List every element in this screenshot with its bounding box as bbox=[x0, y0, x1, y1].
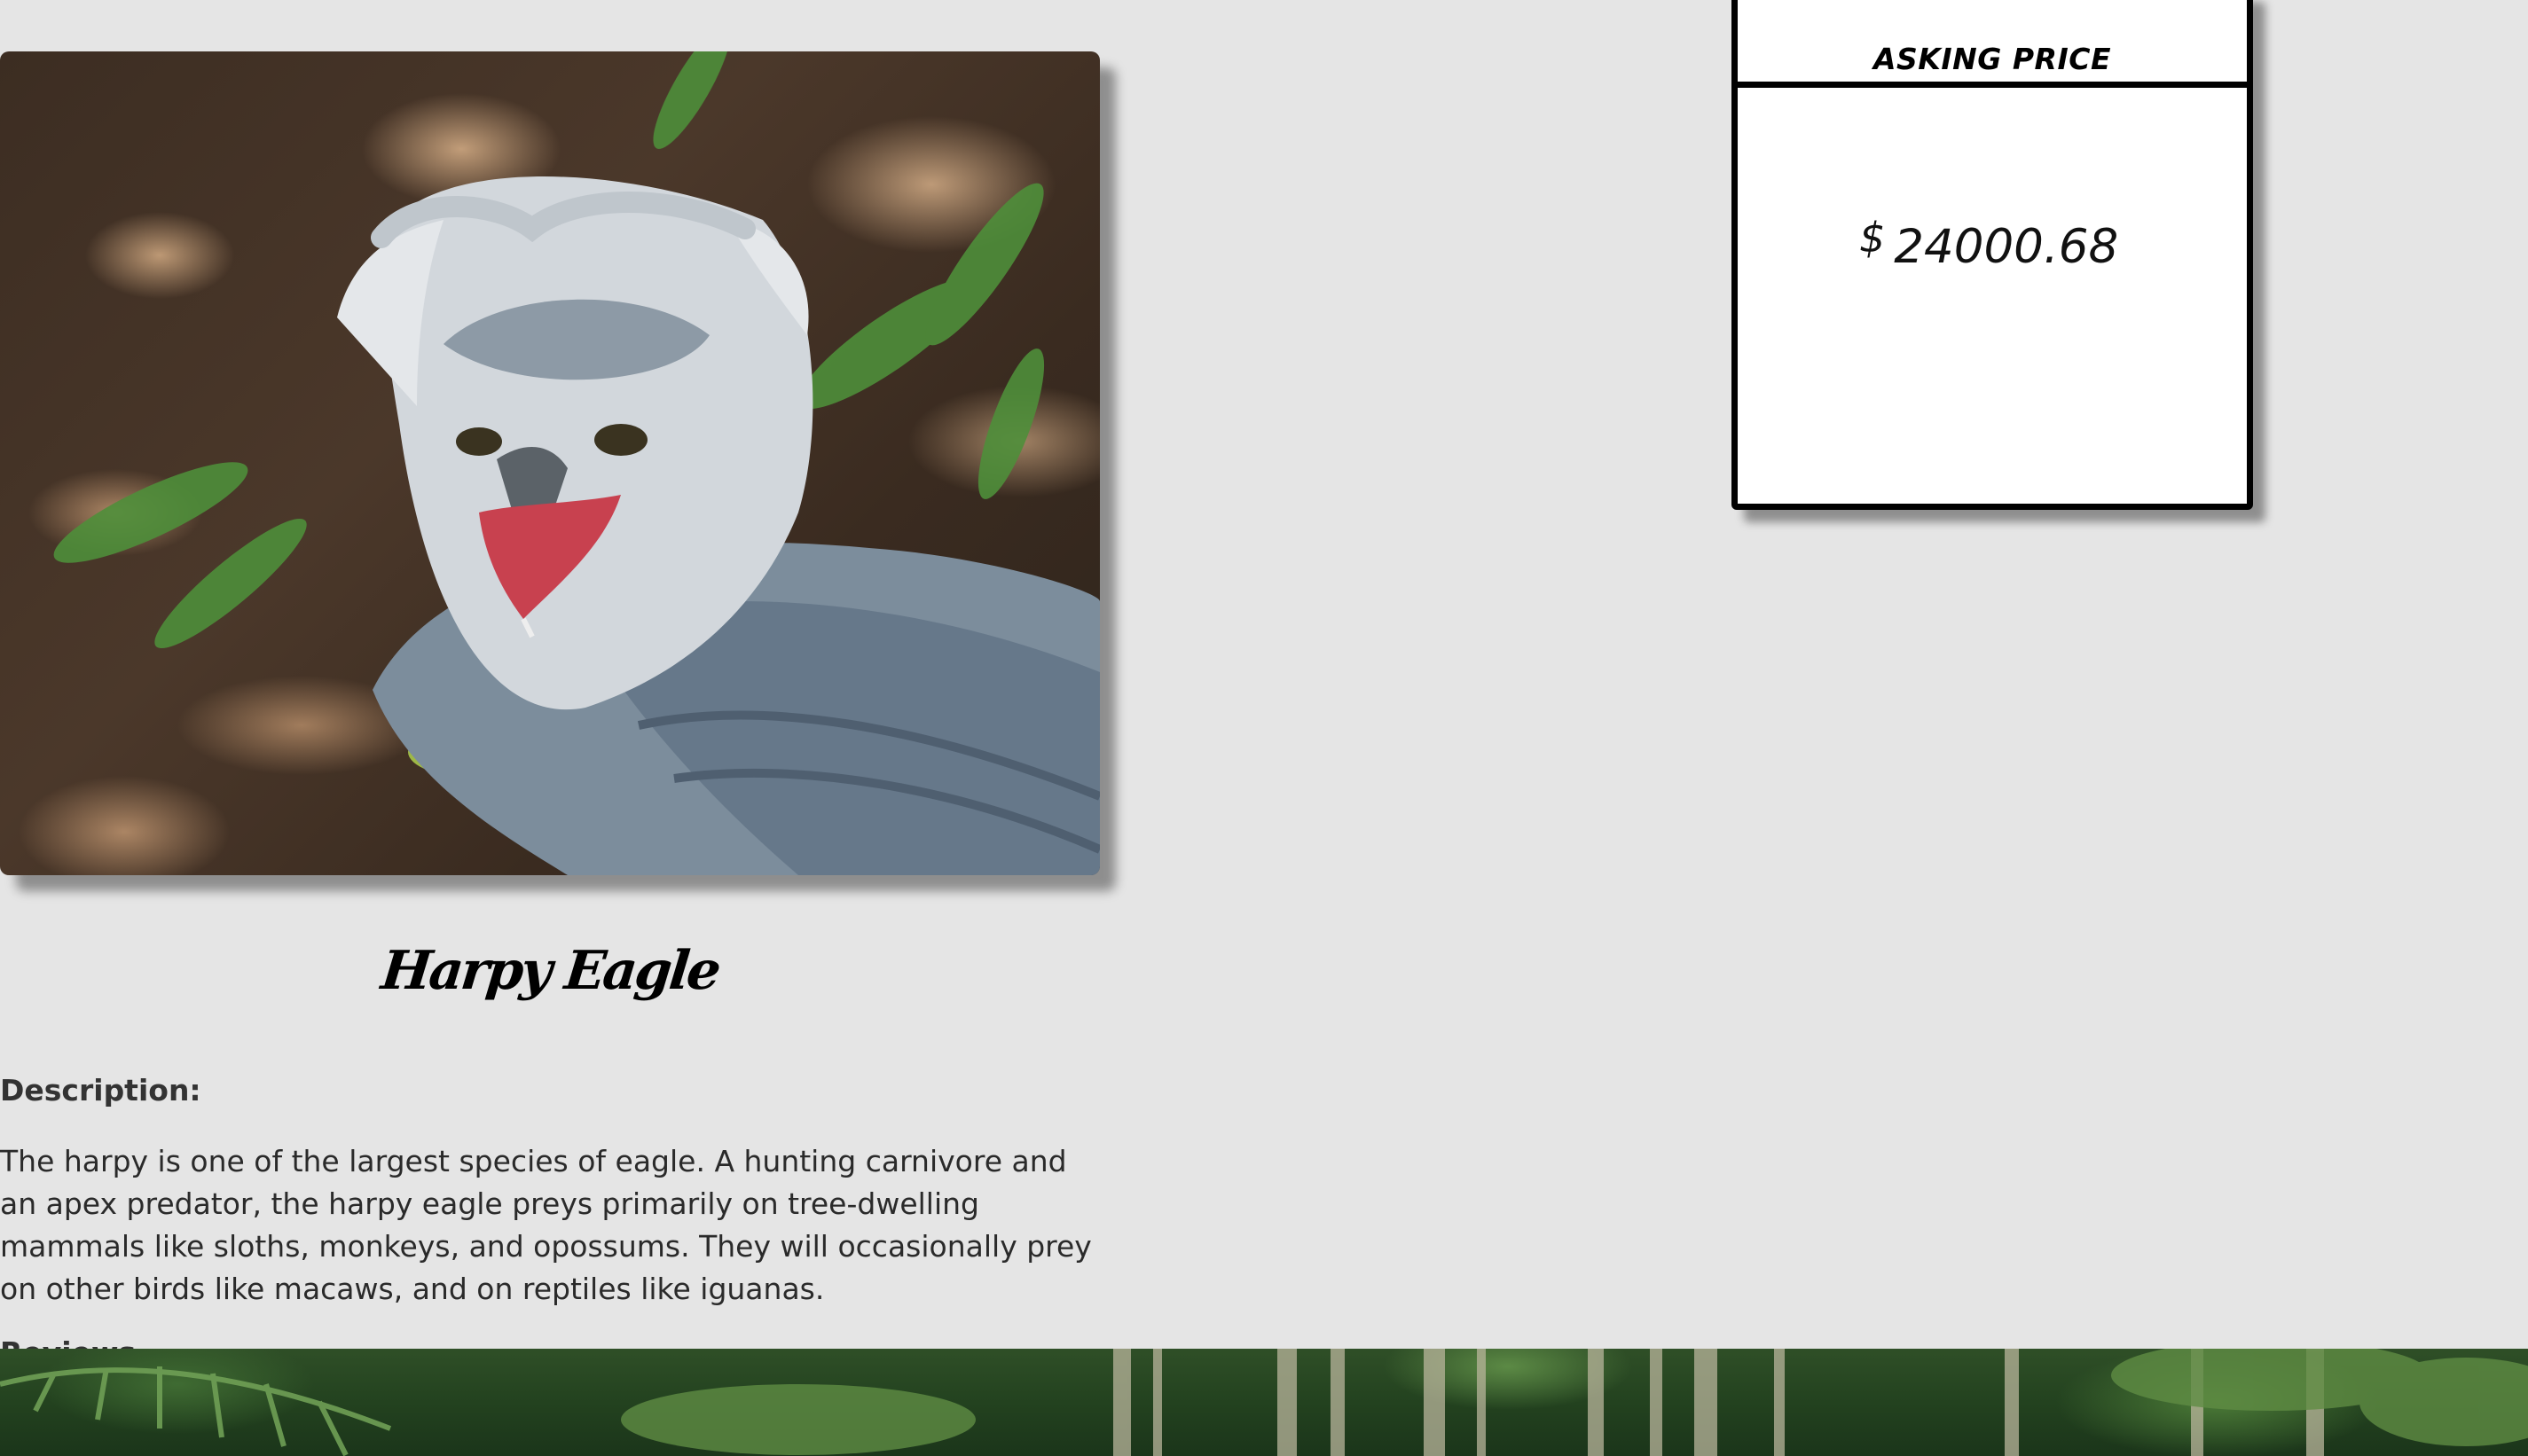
harpy-eagle-illustration bbox=[53, 51, 1100, 875]
forest-background-footer bbox=[0, 1349, 2528, 1456]
forest-illustration bbox=[0, 1349, 2528, 1456]
currency-symbol: $ bbox=[1859, 214, 1886, 262]
description-text: The harpy is one of the largest species … bbox=[0, 1144, 1092, 1306]
product-image bbox=[0, 51, 1100, 875]
asking-price-header: ASKING PRICE bbox=[1738, 0, 2247, 88]
asking-price-card: ASKING PRICE $24000.68 bbox=[1731, 0, 2253, 510]
product-title: Harpy Eagle bbox=[378, 940, 722, 1002]
price-value: $24000.68 bbox=[1859, 214, 2119, 274]
price-amount: 24000.68 bbox=[1894, 220, 2119, 274]
description-heading: Description: bbox=[0, 1073, 201, 1108]
asking-price-label: ASKING PRICE bbox=[1873, 42, 2111, 76]
